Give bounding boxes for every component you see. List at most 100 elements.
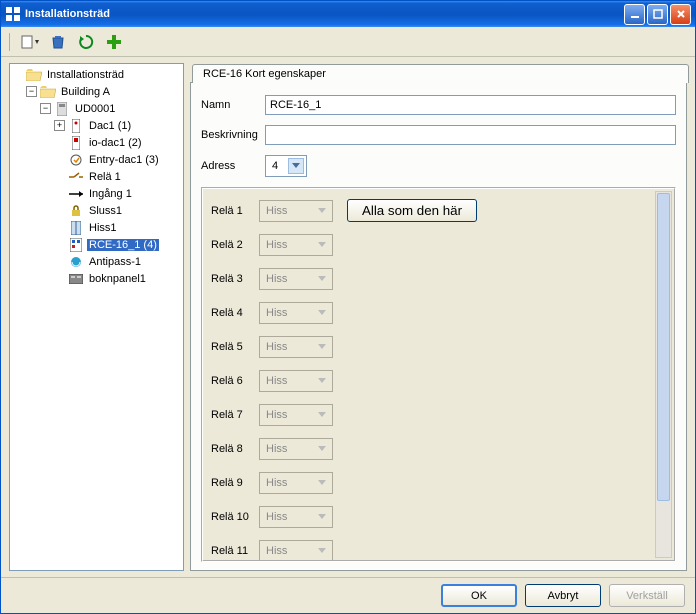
button-label: Verkställ	[626, 590, 668, 602]
relay-label: Relä 11	[211, 545, 259, 557]
ok-button[interactable]: OK	[441, 584, 517, 607]
window: Installationsträd	[0, 0, 696, 614]
relay-value: Hiss	[266, 341, 287, 353]
tree-item[interactable]: − Building A	[24, 83, 183, 100]
relay-value: Hiss	[266, 375, 287, 387]
description-input[interactable]	[265, 125, 676, 145]
tree-root: Installationsträd − Building A	[10, 66, 183, 287]
properties-panel: Namn Beskrivning Adress 4	[190, 82, 687, 571]
relay-label: Relä 2	[211, 239, 259, 251]
relay-label: Relä 4	[211, 307, 259, 319]
address-select[interactable]: 4	[265, 155, 307, 177]
relay-select[interactable]: Hiss	[259, 540, 333, 562]
relay-label: Relä 7	[211, 409, 259, 421]
all-like-this-button[interactable]: Alla som den här	[347, 199, 477, 222]
collapse-icon[interactable]: −	[40, 103, 51, 114]
tree-item-label: Dac1 (1)	[87, 120, 133, 132]
chevron-down-icon	[314, 543, 330, 559]
expand-icon[interactable]: +	[54, 120, 65, 131]
antipass-icon	[68, 255, 84, 269]
relay-value: Hiss	[266, 239, 287, 251]
tree-item[interactable]: io-dac1 (2)	[52, 134, 183, 151]
chevron-down-icon	[314, 407, 330, 423]
tree-item[interactable]: Ingång 1	[52, 185, 183, 202]
entry-dac-icon	[68, 153, 84, 167]
relay-label: Relä 10	[211, 511, 259, 523]
tree-item[interactable]: boknpanel1	[52, 270, 183, 287]
relay-select[interactable]: Hiss	[259, 370, 333, 392]
unit-icon	[54, 102, 70, 116]
tree-item[interactable]: Antipass-1	[52, 253, 183, 270]
relay-label: Relä 6	[211, 375, 259, 387]
relay-select[interactable]: Hiss	[259, 336, 333, 358]
close-button[interactable]	[670, 4, 691, 25]
relay-value: Hiss	[266, 511, 287, 523]
tree-item-label: Building A	[59, 86, 112, 98]
name-input[interactable]	[265, 95, 676, 115]
tree-item[interactable]: + Dac1 (1)	[52, 117, 183, 134]
refresh-button[interactable]	[76, 32, 96, 52]
relay-row: Relä 5 Hiss	[211, 336, 650, 358]
relay-select[interactable]: Hiss	[259, 234, 333, 256]
tab-properties[interactable]: RCE-16 Kort egenskaper	[192, 64, 689, 83]
tree-item-label: Sluss1	[87, 205, 124, 217]
relay-row: Relä 10 Hiss	[211, 506, 650, 528]
add-button[interactable]	[104, 32, 124, 52]
chevron-down-icon	[314, 203, 330, 219]
chevron-down-icon	[288, 158, 304, 174]
relay-value: Hiss	[266, 307, 287, 319]
delete-button[interactable]	[48, 32, 68, 52]
relay-row: Relä 7Hiss	[211, 404, 650, 426]
tree-item[interactable]: RCE-16_1 (4)	[52, 236, 183, 253]
dac-icon	[68, 119, 84, 133]
relay-select[interactable]: Hiss	[259, 268, 333, 290]
tree-item[interactable]: Hiss1	[52, 219, 183, 236]
tree-item[interactable]: Installationsträd	[10, 66, 183, 83]
panel-icon	[68, 272, 84, 286]
relay-select[interactable]: Hiss	[259, 438, 333, 460]
relay-value: Hiss	[266, 477, 287, 489]
properties-pane: RCE-16 Kort egenskaper Namn Beskrivning …	[190, 63, 687, 571]
tree-item-label: Hiss1	[87, 222, 119, 234]
relay-select[interactable]: Hiss	[259, 506, 333, 528]
address-value: 4	[272, 160, 278, 172]
new-dropdown-button[interactable]	[20, 32, 40, 52]
content: Installationsträd − Building A	[1, 57, 695, 577]
relay-row: Relä 1Hiss Alla som den här	[211, 199, 650, 222]
titlebar: Installationsträd	[1, 1, 695, 27]
relay-select[interactable]: Hiss	[259, 200, 333, 222]
tree-ud: − UD0001 + Dac1 (1)	[38, 100, 183, 287]
relay-label: Relä 1	[211, 205, 259, 217]
tree-item[interactable]: Sluss1	[52, 202, 183, 219]
description-label: Beskrivning	[201, 129, 265, 141]
maximize-button[interactable]	[647, 4, 668, 25]
collapse-icon[interactable]: −	[26, 86, 37, 97]
scrollbar[interactable]	[655, 191, 672, 558]
input-icon	[68, 187, 84, 201]
button-label: OK	[471, 590, 487, 602]
relay-row: Relä 2 Hiss	[211, 234, 650, 256]
cancel-button[interactable]: Avbryt	[525, 584, 601, 607]
tree-item[interactable]: − UD0001	[38, 100, 183, 117]
folder-open-icon	[26, 68, 42, 82]
relay-label: Relä 3	[211, 273, 259, 285]
tree-item-label: io-dac1 (2)	[87, 137, 144, 149]
relay-select[interactable]: Hiss	[259, 472, 333, 494]
relay-icon	[68, 170, 84, 184]
tree-item[interactable]: Relä 1	[52, 168, 183, 185]
relay-select[interactable]: Hiss	[259, 302, 333, 324]
minimize-button[interactable]	[624, 4, 645, 25]
scrollbar-thumb[interactable]	[657, 193, 670, 501]
tree-view[interactable]: Installationsträd − Building A	[9, 63, 184, 571]
relay-row: Relä 3Hiss	[211, 268, 650, 290]
tree-item[interactable]: Entry-dac1 (3)	[52, 151, 183, 168]
tree-building: − Building A − UD0001	[24, 83, 183, 287]
relay-select[interactable]: Hiss	[259, 404, 333, 426]
tab-label: RCE-16 Kort egenskaper	[203, 68, 326, 80]
app-icon	[5, 6, 21, 22]
window-title: Installationsträd	[25, 8, 110, 20]
toolbar	[1, 27, 695, 57]
relay-label: Relä 5	[211, 341, 259, 353]
tree-item-label: Antipass-1	[87, 256, 143, 268]
relay-label: Relä 9	[211, 477, 259, 489]
